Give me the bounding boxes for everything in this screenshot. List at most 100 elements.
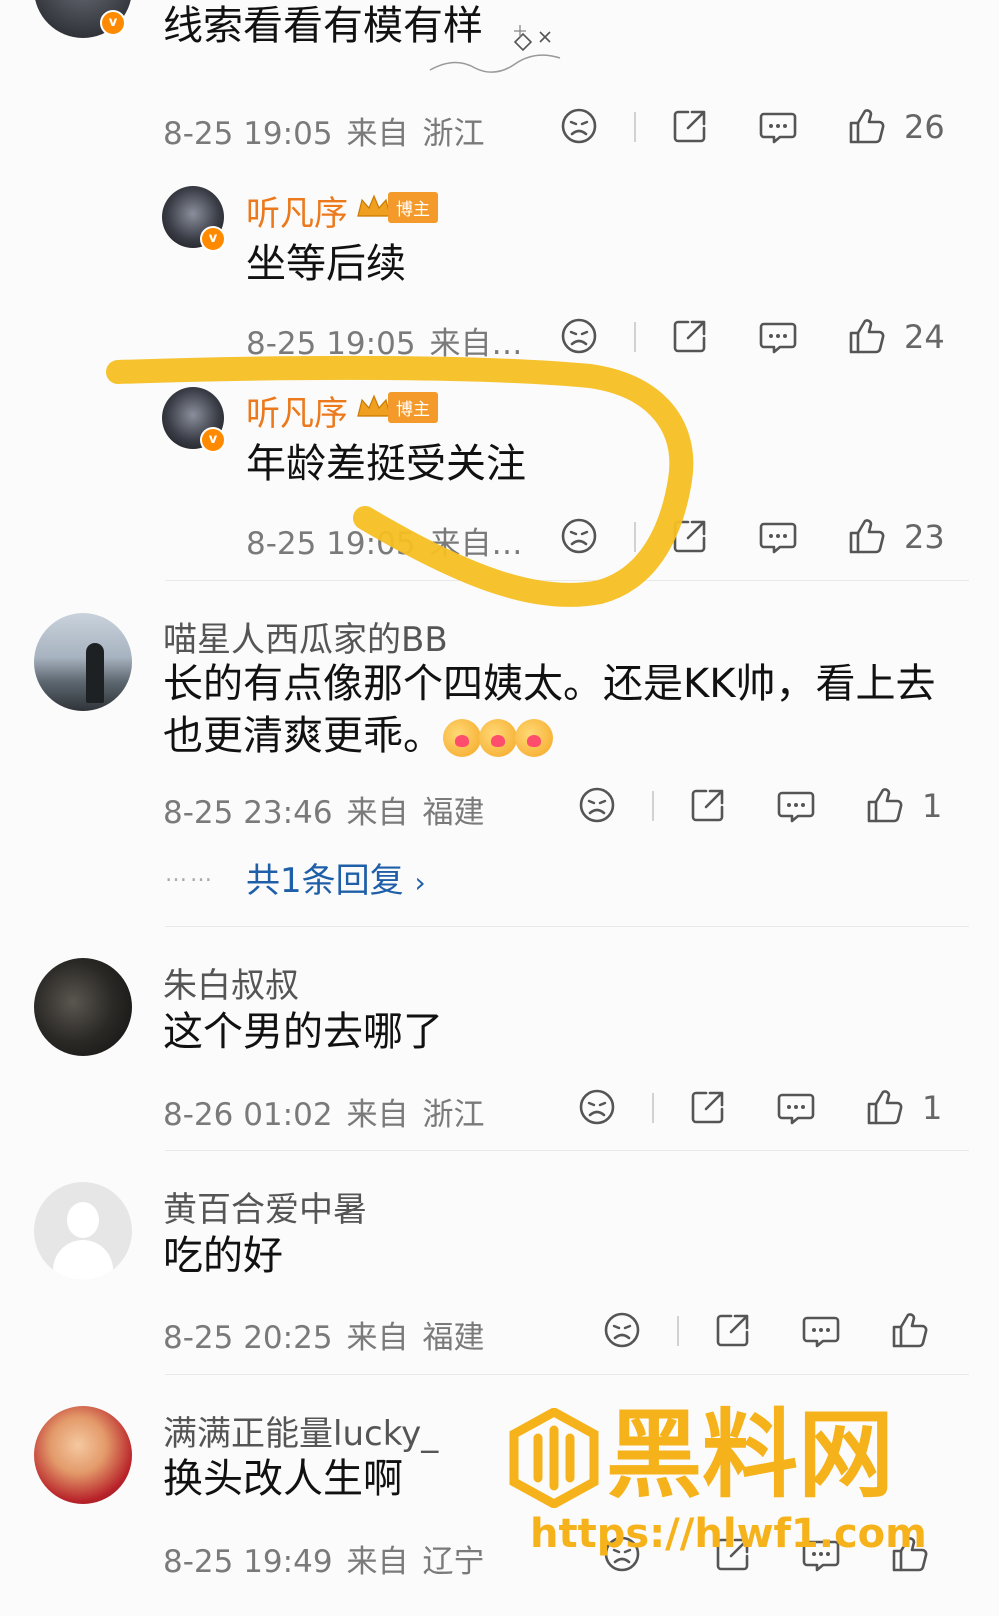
comment-region: 福建 xyxy=(422,795,485,831)
username[interactable]: 朱白叔叔 xyxy=(163,958,299,1007)
like-count: 24 xyxy=(904,318,945,356)
blogger-badge-label: 博主 xyxy=(388,191,438,223)
username[interactable]: 喵星人西瓜家的BB xyxy=(163,612,448,661)
username[interactable]: 满满正能量lucky_ xyxy=(163,1406,438,1455)
comment-text: 长的有点像那个四姨太。还是KK帅，看上去 xyxy=(163,661,936,707)
section-divider xyxy=(165,926,969,927)
comment-region: 浙江 xyxy=(422,1097,485,1133)
dislike-icon[interactable] xyxy=(557,514,601,558)
verified-badge-icon: v xyxy=(200,226,226,252)
comment-region: 福建 xyxy=(422,1320,485,1356)
username[interactable]: 听凡序 xyxy=(246,386,348,435)
username[interactable]: 黄百合爱中暑 xyxy=(163,1182,367,1231)
avatar-figure xyxy=(86,643,104,703)
watermark-title: 黑料网 xyxy=(606,1399,894,1511)
view-replies-label: 共1条回复 xyxy=(246,861,404,901)
avatar[interactable] xyxy=(34,958,132,1056)
comment-time: 8-26 01:02 xyxy=(163,1097,333,1133)
share-icon[interactable] xyxy=(686,1085,730,1129)
reply-time: 8-25 19:05 xyxy=(246,526,416,562)
comment-from: 来自 xyxy=(346,1320,409,1356)
share-icon[interactable] xyxy=(668,314,712,358)
divider xyxy=(634,322,636,352)
dislike-icon[interactable] xyxy=(557,104,601,148)
verified-badge-icon: v xyxy=(100,10,126,36)
comment-icon[interactable] xyxy=(799,1308,843,1352)
blogger-badge: 博主 xyxy=(354,191,438,223)
dislike-icon[interactable] xyxy=(557,314,601,358)
default-avatar-body xyxy=(53,1240,113,1280)
reply-text: 坐等后续 xyxy=(246,241,406,287)
comment-from: 来自 xyxy=(346,795,409,831)
comment-icon[interactable] xyxy=(756,514,800,558)
comment-from: 来自 xyxy=(346,1097,409,1133)
comment-time: 8-25 20:25 xyxy=(163,1320,333,1356)
like-icon[interactable] xyxy=(863,1085,907,1129)
share-icon[interactable] xyxy=(668,514,712,558)
comment-text: 换头改人生啊 xyxy=(163,1456,403,1502)
blogger-badge-label: 博主 xyxy=(388,391,438,423)
heart-face-emoji-icon xyxy=(479,719,517,757)
comment-icon[interactable] xyxy=(756,104,800,148)
default-avatar-head xyxy=(67,1202,99,1238)
comment-time: 8-25 19:49 xyxy=(163,1544,333,1580)
like-count: 1 xyxy=(922,1089,943,1127)
section-divider xyxy=(165,580,969,581)
comment-from: 来自 xyxy=(346,1544,409,1580)
reply-text: 年龄差挺受关注 xyxy=(246,441,526,487)
like-count: 26 xyxy=(904,108,945,146)
comment-icon[interactable] xyxy=(774,1085,818,1129)
comment-meta: 8-25 20:25 来自 福建 xyxy=(163,1312,499,1357)
dislike-icon[interactable] xyxy=(575,783,619,827)
verified-badge-icon: v xyxy=(200,427,226,453)
watermark-url: https://hlwf1.com xyxy=(530,1511,927,1557)
share-icon[interactable] xyxy=(668,104,712,148)
reply-from: 来自… xyxy=(429,326,523,362)
divider xyxy=(652,1093,654,1123)
comment-icon[interactable] xyxy=(774,783,818,827)
reply-dots: …… xyxy=(165,862,215,887)
like-count: 1 xyxy=(922,787,943,825)
view-replies-link[interactable]: 共1条回复 › xyxy=(246,853,426,902)
watermark-logo-icon xyxy=(509,1408,599,1508)
like-icon[interactable] xyxy=(845,314,889,358)
section-divider xyxy=(165,1374,969,1375)
username[interactable]: 听凡序 xyxy=(246,186,348,235)
comment-from: 来自 xyxy=(346,116,409,152)
comment-meta: 8-25 23:46 来自 福建 xyxy=(163,787,499,832)
decorative-flourish-icon xyxy=(429,25,561,73)
divider xyxy=(677,1316,679,1346)
comment-meta: 8-26 01:02 来自 浙江 xyxy=(163,1089,499,1134)
dislike-icon[interactable] xyxy=(600,1308,644,1352)
comment-time: 8-25 19:05 xyxy=(163,116,333,152)
like-icon[interactable] xyxy=(863,783,907,827)
reply-meta: 8-25 19:05 来自… xyxy=(246,518,537,563)
like-icon[interactable] xyxy=(845,514,889,558)
comment-text-line: 也更清爽更乖。 xyxy=(163,713,443,759)
comment-meta: 8-25 19:49 来自 辽宁 xyxy=(163,1536,499,1581)
reply-time: 8-25 19:05 xyxy=(246,326,416,362)
comment-text: 这个男的去哪了 xyxy=(163,1009,443,1055)
dislike-icon[interactable] xyxy=(575,1085,619,1129)
reply-meta: 8-25 19:05 来自… xyxy=(246,318,537,363)
comment-time: 8-25 23:46 xyxy=(163,795,333,831)
heart-face-emoji-icon xyxy=(443,719,481,757)
share-icon[interactable] xyxy=(686,783,730,827)
comment-text: 吃的好 xyxy=(163,1233,283,1279)
avatar[interactable] xyxy=(34,613,132,711)
comment-icon[interactable] xyxy=(756,314,800,358)
like-count: 23 xyxy=(904,518,945,556)
heart-face-emoji-icon xyxy=(515,719,553,757)
comment-region: 浙江 xyxy=(422,116,485,152)
avatar[interactable] xyxy=(34,1406,132,1504)
share-icon[interactable] xyxy=(711,1308,755,1352)
reply-from: 来自… xyxy=(429,526,523,562)
comment-region: 辽宁 xyxy=(422,1544,485,1580)
comment-text: 也更清爽更乖。 xyxy=(163,710,553,762)
avatar[interactable] xyxy=(34,1182,132,1280)
blogger-badge: 博主 xyxy=(354,391,438,423)
comment-meta: 8-25 19:05 来自 浙江 xyxy=(163,108,499,153)
chevron-right-icon: › xyxy=(414,866,426,899)
like-icon[interactable] xyxy=(845,104,889,148)
like-icon[interactable] xyxy=(888,1308,932,1352)
